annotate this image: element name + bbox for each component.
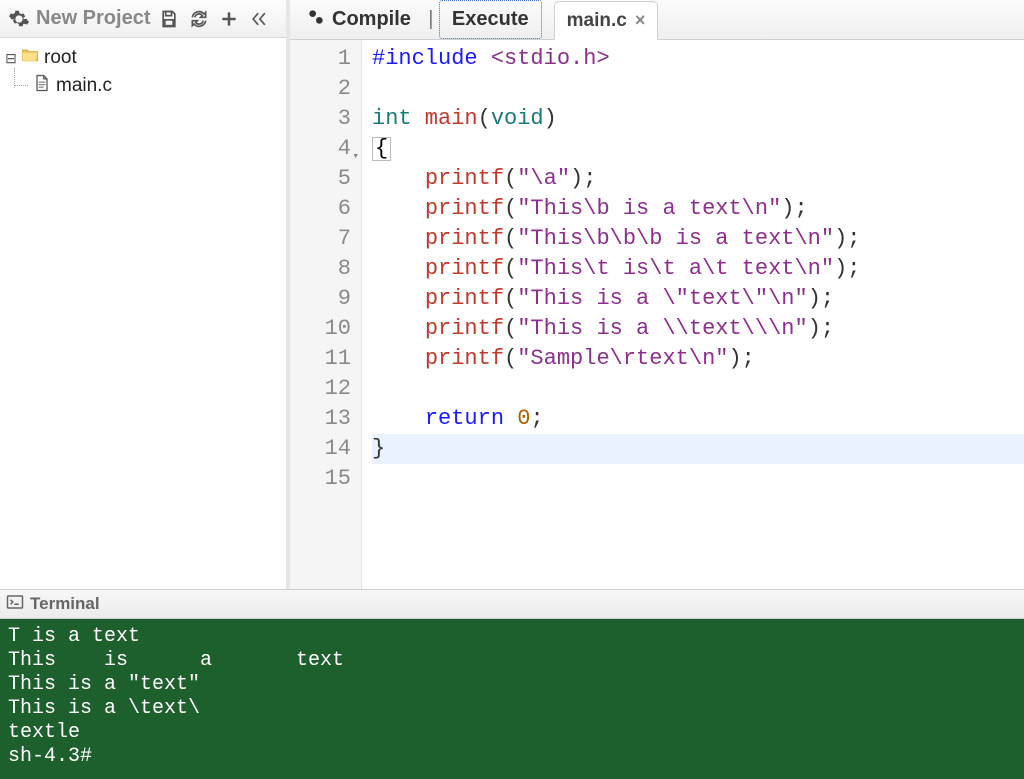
add-icon[interactable]	[216, 6, 242, 32]
tab-filename: main.c	[567, 10, 627, 32]
tab-main-c[interactable]: main.c ×	[554, 1, 659, 40]
toolbar-separator: |	[425, 0, 437, 39]
tree-file-label: main.c	[54, 75, 112, 97]
code-area[interactable]: #include <stdio.h> int main(void) { prin…	[362, 40, 1024, 589]
main-area: Compile | Execute main.c × 1234▾56789101…	[290, 0, 1024, 589]
gears-icon	[306, 7, 326, 33]
execute-button[interactable]: Execute	[439, 0, 542, 39]
execute-label: Execute	[452, 8, 529, 31]
tree-root-label: root	[42, 47, 77, 69]
tree-toggle-icon[interactable]: ⊟	[4, 50, 18, 67]
tree-file-main[interactable]: main.c	[4, 72, 282, 100]
file-tree: ⊟ root main.c	[0, 38, 286, 104]
code-editor[interactable]: 1234▾56789101112131415 #include <stdio.h…	[290, 40, 1024, 589]
save-icon[interactable]	[156, 6, 182, 32]
file-icon	[32, 73, 52, 99]
close-icon[interactable]: ×	[635, 10, 646, 31]
terminal-header[interactable]: Terminal	[0, 589, 1024, 619]
tree-root[interactable]: ⊟ root	[4, 44, 282, 72]
sidebar: New Project ⊟	[0, 0, 290, 589]
gear-icon[interactable]	[6, 6, 32, 32]
collapse-icon[interactable]	[246, 6, 272, 32]
compile-button[interactable]: Compile	[294, 0, 423, 39]
line-number-gutter: 1234▾56789101112131415	[290, 40, 362, 589]
main-toolbar: Compile | Execute main.c ×	[290, 0, 1024, 40]
folder-icon	[20, 45, 40, 71]
compile-label: Compile	[332, 8, 411, 31]
sidebar-toolbar: New Project	[0, 0, 286, 38]
sidebar-title: New Project	[36, 7, 150, 30]
terminal-icon	[6, 593, 24, 616]
terminal-output[interactable]: T is a text This is a text This is a "te…	[0, 619, 1024, 779]
terminal-title: Terminal	[30, 594, 100, 614]
refresh-icon[interactable]	[186, 6, 212, 32]
